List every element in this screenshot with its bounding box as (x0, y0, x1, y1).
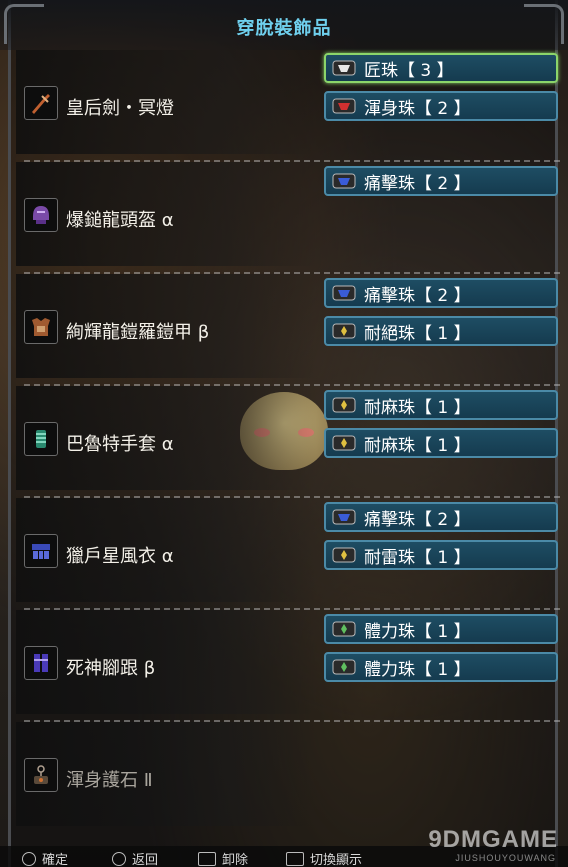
decoration-slot[interactable]: 體力珠【 1 】 (324, 652, 558, 682)
decoration-name: 耐雷珠【 1 】 (364, 547, 471, 568)
decoration-slot[interactable]: 痛擊珠【 2 】 (324, 278, 558, 308)
white-gem-icon (330, 58, 358, 78)
equipment-name: 渾身護石 Ⅱ (66, 770, 153, 791)
decoration-name: 痛擊珠【 2 】 (364, 173, 471, 194)
yellow-gem-icon (330, 433, 358, 453)
equipment-row[interactable]: 皇后劍・冥燈 匠珠【 3 】 渾身珠【 2 】 (16, 50, 560, 162)
decoration-slot[interactable]: 耐絕珠【 1 】 (324, 316, 558, 346)
hint-label: 卸除 (222, 853, 249, 867)
equipment-name: 皇后劍・冥燈 (66, 98, 174, 119)
equipment-name: 死神腳跟 β (66, 658, 156, 679)
row-background (16, 610, 316, 714)
decoration-slot[interactable]: 痛擊珠【 2 】 (324, 502, 558, 532)
equipment-row[interactable]: 爆鎚龍頭盔 α 痛擊珠【 2 】 (16, 162, 560, 274)
equipment-row[interactable]: 死神腳跟 β 體力珠【 1 】 體力珠【 1 】 (16, 610, 560, 722)
hint-label: 確定 (42, 853, 69, 867)
square-button-icon (198, 851, 216, 866)
equipment-name: 巴魯特手套 α (66, 434, 174, 455)
watermark-subtext: JIUSHOUYOUWANG (455, 853, 556, 863)
menu-header: 穿脫裝飾品 (0, 0, 568, 50)
equipment-row[interactable]: 絢輝龍鎧羅鎧甲 β 痛擊珠【 2 】 耐絕珠【 1 】 (16, 274, 560, 386)
yellow-gem-icon (330, 321, 358, 341)
helmet-icon (24, 198, 58, 232)
legs-icon (24, 646, 58, 680)
equipment-name: 絢輝龍鎧羅鎧甲 β (66, 322, 210, 343)
decoration-slot[interactable]: 體力珠【 1 】 (324, 614, 558, 644)
decoration-name: 耐絕珠【 1 】 (364, 323, 471, 344)
decoration-slot[interactable]: 耐麻珠【 1 】 (324, 428, 558, 458)
decoration-slot[interactable]: 渾身珠【 2 】 (324, 91, 558, 121)
decoration-slot[interactable]: 耐麻珠【 1 】 (324, 390, 558, 420)
blue-gem-icon (330, 507, 358, 527)
decoration-name: 耐麻珠【 1 】 (364, 397, 471, 418)
toggle-display-hint[interactable]: 切換顯示 (286, 849, 362, 867)
decoration-slot[interactable]: 耐雷珠【 1 】 (324, 540, 558, 570)
chest-armor-icon (24, 310, 58, 344)
decoration-name: 痛擊珠【 2 】 (364, 509, 471, 530)
remove-hint[interactable]: 卸除 (198, 849, 248, 867)
blue-gem-icon (330, 283, 358, 303)
decoration-name: 匠珠【 3 】 (364, 60, 454, 81)
decoration-name: 體力珠【 1 】 (364, 659, 471, 680)
decoration-slot[interactable]: 匠珠【 3 】 (324, 53, 558, 83)
equipment-name: 爆鎚龍頭盔 α (66, 210, 174, 231)
decoration-name: 耐麻珠【 1 】 (364, 435, 471, 456)
equipment-row[interactable]: 渾身護石 Ⅱ (16, 722, 560, 834)
sword-icon (24, 86, 58, 120)
back-hint[interactable]: 返回 (112, 849, 158, 867)
red-gem-icon (330, 96, 358, 116)
decoration-name: 渾身珠【 2 】 (364, 98, 471, 119)
decoration-name: 痛擊珠【 2 】 (364, 285, 471, 306)
circle-button-icon (112, 851, 126, 866)
decoration-slot[interactable]: 痛擊珠【 2 】 (324, 166, 558, 196)
charm-icon (24, 758, 58, 792)
green-gem-icon (330, 657, 358, 677)
hint-label: 返回 (132, 853, 159, 867)
decoration-name: 體力珠【 1 】 (364, 621, 471, 642)
yellow-gem-icon (330, 545, 358, 565)
equipment-row[interactable]: 巴魯特手套 α 耐麻珠【 1 】 耐麻珠【 1 】 (16, 386, 560, 498)
equipment-name: 獵戶星風衣 α (66, 546, 174, 567)
square-button-icon (286, 851, 304, 866)
hint-label: 切換顯示 (310, 853, 363, 867)
yellow-gem-icon (330, 395, 358, 415)
blue-gem-icon (330, 171, 358, 191)
equipment-row[interactable]: 獵戶星風衣 α 痛擊珠【 2 】 耐雷珠【 1 】 (16, 498, 560, 610)
watermark-logo: 9DMGAME (428, 826, 558, 853)
circle-button-icon (22, 851, 36, 866)
row-background (16, 722, 316, 826)
confirm-hint[interactable]: 確定 (22, 849, 68, 867)
page-title: 穿脫裝飾品 (236, 18, 332, 39)
gloves-icon (24, 422, 58, 456)
waist-icon (24, 534, 58, 568)
green-gem-icon (330, 619, 358, 639)
